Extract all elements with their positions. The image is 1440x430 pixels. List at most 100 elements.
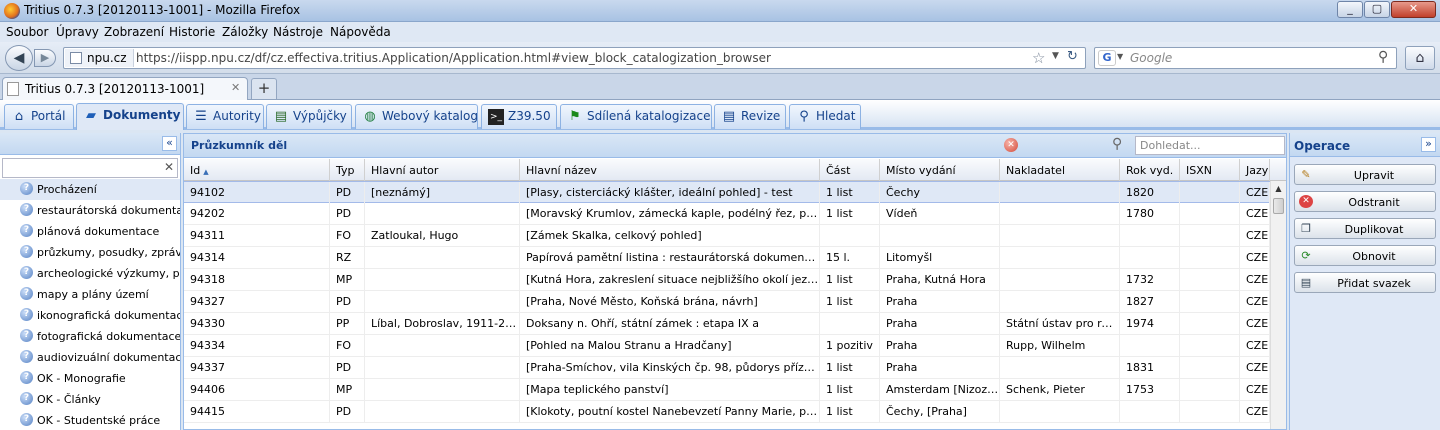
table-cell [820, 225, 880, 246]
tree-item[interactable]: ? OK - Monografie [0, 368, 180, 389]
url-text[interactable]: https://iispp.npu.cz/df/cz.effectiva.tri… [136, 51, 771, 65]
google-icon[interactable]: G [1098, 50, 1116, 66]
column-header[interactable]: Nakladatel [1000, 159, 1120, 181]
table-cell [1000, 247, 1120, 268]
tree-item[interactable]: ? archeologické výzkumy, posudky [0, 263, 180, 284]
scroll-up-icon[interactable]: ▲ [1271, 181, 1286, 197]
table-row[interactable]: 94330 PP Líbal, Dobroslav, 1911-2002 Doksan… [184, 313, 1270, 335]
tab-documents[interactable]: ▰ Dokumenty [76, 103, 184, 130]
category-filter-input[interactable] [2, 158, 178, 178]
tab-z3950[interactable]: >_ Z39.50 [481, 104, 557, 129]
tree-item[interactable]: ? průzkumy, posudky, zprávy [0, 242, 180, 263]
menu-bookmarks[interactable]: Záložky [222, 25, 268, 39]
reload-icon[interactable]: ↻ [1067, 49, 1078, 64]
browser-tab[interactable]: Tritius 0.7.3 [20120113-1001] ✕ [2, 77, 248, 100]
search-icon[interactable]: ⚲ [1378, 49, 1388, 65]
search-engine-dropdown-icon[interactable]: ▼ [1117, 52, 1123, 61]
close-window-button[interactable]: ✕ [1391, 1, 1436, 18]
back-button[interactable]: ◀ [5, 45, 33, 71]
operation-button[interactable]: ❐ Duplikovat [1294, 218, 1436, 239]
tab-search[interactable]: ⚲ Hledat [789, 104, 861, 129]
column-header[interactable]: Místo vydání [880, 159, 1000, 181]
operation-button[interactable]: ▤ Přidat svazek [1294, 272, 1436, 293]
operation-button-label: Přidat svazek [1337, 277, 1411, 290]
address-bar[interactable]: npu.cz https://iispp.npu.cz/df/cz.effect… [63, 47, 1086, 69]
minimize-button[interactable]: _ [1337, 1, 1363, 18]
column-header[interactable]: Část [820, 159, 880, 181]
operation-button-label: Odstranit [1348, 196, 1400, 209]
browser-tab-strip: Tritius 0.7.3 [20120113-1001] ✕ + [0, 74, 1440, 100]
table-row[interactable]: 94327 PD [Praha, Nové Město, Koňská brána,… [184, 291, 1270, 313]
collapse-left-icon[interactable]: « [162, 136, 177, 151]
table-cell: 1 list [820, 379, 880, 400]
site-identity[interactable]: npu.cz [65, 49, 134, 67]
tree-item[interactable]: ? ikonografická dokumentace [0, 305, 180, 326]
close-tab-icon[interactable]: ✕ [231, 81, 240, 94]
tab-label: Revize [741, 109, 781, 123]
menu-file[interactable]: Soubor [6, 25, 48, 39]
operation-button[interactable]: ✎ Upravit [1294, 164, 1436, 185]
tab-shared-cataloging[interactable]: ⚑ Sdílená katalogizace [560, 104, 712, 129]
url-dropdown-icon[interactable]: ▼ [1052, 51, 1059, 61]
column-header-label: Jazyk [1246, 164, 1269, 177]
clear-filter-icon[interactable]: ✕ [164, 160, 175, 174]
table-cell: Čechy, [Praha] [880, 401, 1000, 422]
table-cell: RZ [330, 247, 365, 268]
maximize-button[interactable]: ▢ [1364, 1, 1390, 18]
table-row[interactable]: 94102 PD [neznámý] [Plasy, cisterciácký klá… [184, 181, 1270, 203]
table-row[interactable]: 94334 FO [Pohled na Malou Stranu a Hradčan… [184, 335, 1270, 357]
table-row[interactable]: 94314 RZ Papírová pamětní listina : restau… [184, 247, 1270, 269]
tab-web-catalog[interactable]: ◍ Webový katalog [355, 104, 478, 129]
scroll-thumb[interactable] [1273, 198, 1284, 214]
table-cell: Státní ústav pro rekonstrukci [1000, 313, 1120, 334]
tree-item[interactable]: ? plánová dokumentace [0, 221, 180, 242]
tree-item[interactable]: ? Procházení [0, 179, 180, 200]
tree-item[interactable]: ? restaurátorská dokumentace [0, 200, 180, 221]
collapse-right-icon[interactable]: » [1421, 137, 1436, 152]
menu-history[interactable]: Historie [169, 25, 215, 39]
column-header[interactable]: Typ [330, 159, 365, 181]
tree-item[interactable]: ? audiovizuální dokumentace [0, 347, 180, 368]
tab-label: Z39.50 [508, 109, 551, 123]
column-header[interactable]: Jazyk [1240, 159, 1270, 181]
tree-item[interactable]: ? fotografická dokumentace [0, 326, 180, 347]
tab-revision[interactable]: ▤ Revize [714, 104, 786, 129]
column-header[interactable]: Hlavní název [520, 159, 820, 181]
tab-loans[interactable]: ▤ Výpůjčky [266, 104, 352, 129]
column-header[interactable]: Id ▲ [184, 159, 330, 181]
forward-button[interactable]: ▶ [34, 49, 56, 67]
table-cell: 1 list [820, 182, 880, 203]
menu-tools[interactable]: Nástroje [273, 25, 323, 39]
operation-button[interactable]: ⟳ Obnovit [1294, 245, 1436, 266]
tab-portal[interactable]: ⌂ Portál [4, 104, 74, 129]
menu-help[interactable]: Nápověda [330, 25, 391, 39]
operation-button[interactable]: ✕ Odstranit [1294, 191, 1436, 212]
grid-scrollbar[interactable]: ▲ [1270, 181, 1286, 429]
table-row[interactable]: 94415 PD [Klokoty, poutní kostel Nanebevze… [184, 401, 1270, 423]
table-cell: CZE [1240, 379, 1270, 400]
new-tab-button[interactable]: + [251, 78, 277, 99]
tree-item[interactable]: ? OK - Studentské práce [0, 410, 180, 430]
home-button[interactable]: ⌂ [1405, 46, 1435, 70]
menu-view[interactable]: Zobrazení [104, 25, 164, 39]
table-cell [1000, 401, 1120, 422]
table-row[interactable]: 94406 MP [Mapa teplického panství] 1 list Am… [184, 379, 1270, 401]
grid-search-input[interactable]: Dohledat... [1135, 136, 1285, 155]
tree-item[interactable]: ? OK - Články [0, 389, 180, 410]
menu-edit[interactable]: Úpravy [56, 25, 99, 39]
bookmark-star-icon[interactable]: ☆ [1032, 49, 1045, 67]
table-row[interactable]: 94337 PD [Praha-Smíchov, vila Kinských čp.… [184, 357, 1270, 379]
table-row[interactable]: 94318 MP [Kutná Hora, zakreslení situace n… [184, 269, 1270, 291]
column-header[interactable]: Hlavní autor [365, 159, 520, 181]
web-search-box[interactable]: G ▼ Google ⚲ [1094, 47, 1397, 69]
tab-label: Webový katalog [382, 109, 478, 123]
table-cell: Praha, Kutná Hora [880, 269, 1000, 290]
table-row[interactable]: 94311 FO Zatloukal, Hugo [Zámek Skalka, cel… [184, 225, 1270, 247]
column-header[interactable]: ISXN [1180, 159, 1240, 181]
tab-authorities[interactable]: ☰ Autority [186, 104, 264, 129]
column-header[interactable]: Rok vyd. [1120, 159, 1180, 181]
tree-item[interactable]: ? mapy a plány území [0, 284, 180, 305]
column-header-label: Hlavní název [526, 164, 597, 177]
table-row[interactable]: 94202 PD [Moravský Krumlov, zámecká kaple,… [184, 203, 1270, 225]
clear-search-icon[interactable]: ✕ [1004, 138, 1018, 152]
